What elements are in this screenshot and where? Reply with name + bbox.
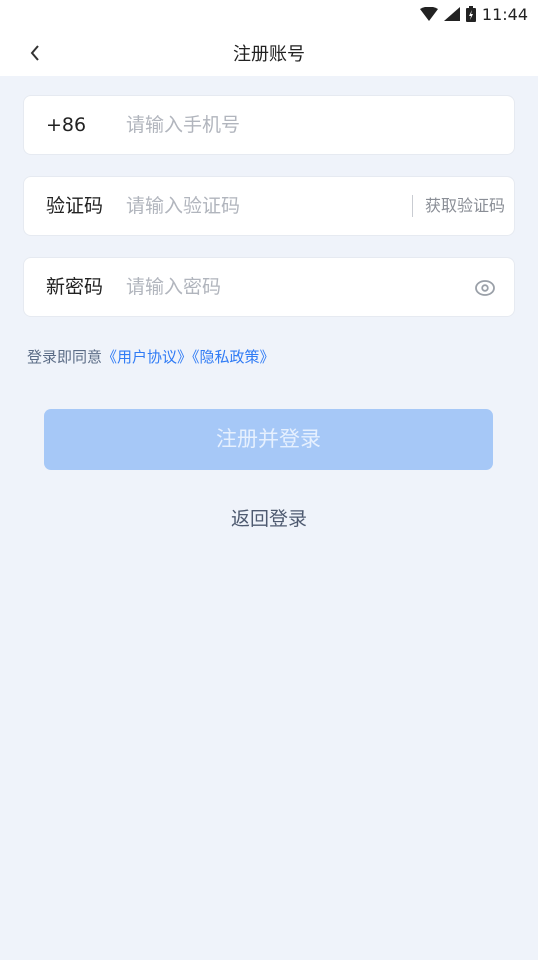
- divider: [412, 195, 413, 217]
- status-time: 11:44: [481, 4, 528, 24]
- password-label: 新密码: [46, 276, 104, 298]
- status-icons: 11:44: [419, 3, 528, 25]
- privacy-policy-link[interactable]: 《隐私政策》: [192, 348, 275, 366]
- battery-icon: [465, 6, 476, 22]
- back-to-login-link[interactable]: 返回登录: [0, 504, 538, 531]
- code-field: 验证码 获取验证码: [23, 176, 515, 236]
- country-code: +86: [46, 114, 87, 136]
- get-code-button[interactable]: 获取验证码: [425, 177, 505, 235]
- eye-icon[interactable]: [474, 277, 496, 299]
- register-button[interactable]: 注册并登录: [44, 409, 493, 470]
- phone-field: +86: [23, 95, 515, 155]
- wifi-icon: [419, 7, 438, 21]
- user-agreement-link[interactable]: 《用户协议》: [102, 348, 192, 366]
- page-title: 注册账号: [233, 44, 305, 65]
- code-input[interactable]: [126, 191, 396, 221]
- signal-icon: [443, 7, 460, 21]
- app-bar: 注册账号: [0, 28, 538, 76]
- status-bar: 11:44: [0, 0, 538, 28]
- agreement-prefix: 登录即同意: [27, 348, 103, 366]
- phone-input[interactable]: [126, 110, 396, 140]
- password-field: 新密码: [23, 257, 515, 317]
- password-input[interactable]: [126, 272, 396, 302]
- code-label: 验证码: [46, 195, 104, 217]
- agreement-text: 登录即同意《用户协议》《隐私政策》: [27, 346, 275, 367]
